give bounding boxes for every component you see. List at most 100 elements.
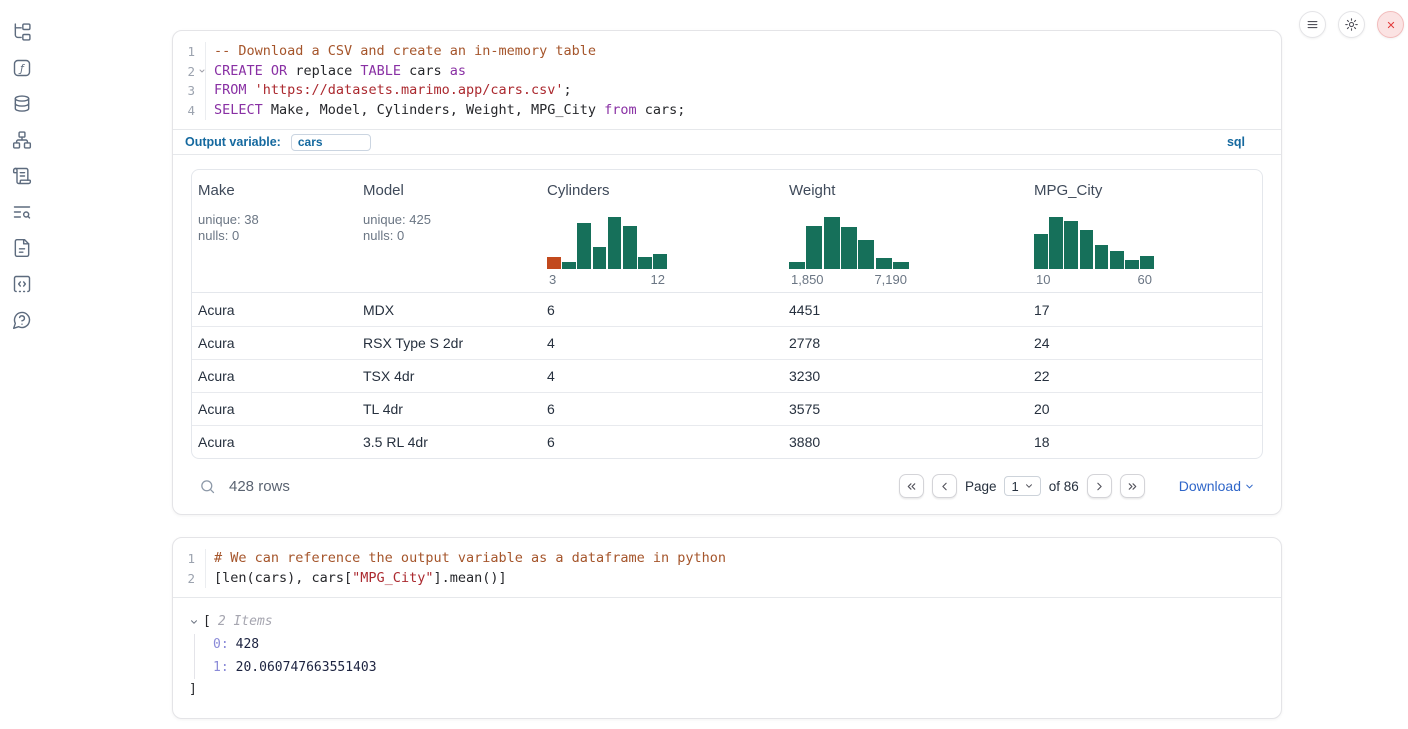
hist-bar [608,217,622,269]
python-cell: 1# We can reference the output variable … [172,537,1282,719]
table-cell: 6 [541,302,783,318]
last-page-button[interactable] [1120,474,1145,498]
document-icon [12,238,32,258]
table-cell: Acura [192,302,357,318]
sidebar-item-scratchpad[interactable] [12,166,32,186]
help-bubble-icon [12,310,32,330]
table-row: AcuraTL 4dr6357520 [192,392,1262,425]
open-bracket: [ [203,612,211,632]
sidebar-item-help[interactable] [12,310,32,330]
hist-bar [562,262,576,269]
svg-text:ƒ: ƒ [18,63,25,75]
column-header[interactable]: Cylinders312 [541,170,783,292]
sidebar: ƒ [0,0,44,330]
download-button[interactable]: Download [1179,478,1255,494]
first-page-button[interactable] [899,474,924,498]
code-line: 3FROM 'https://datasets.marimo.app/cars.… [173,81,1281,101]
fold-chevron-icon[interactable] [198,67,206,75]
line-number: 1 [173,549,206,569]
column-name: Model [363,182,533,199]
hist-min-label: 1,850 [791,272,824,287]
table-cell: 3.5 RL 4dr [357,434,541,450]
close-bracket: ] [189,680,1281,700]
sidebar-item-datasources[interactable] [12,94,32,114]
data-table: Makeunique: 38nulls: 0Modelunique: 425nu… [191,169,1263,459]
menu-button[interactable] [1299,11,1326,38]
function-icon: ƒ [12,58,32,78]
table-cell: 18 [1028,434,1262,450]
next-page-button[interactable] [1087,474,1112,498]
table-cell: Acura [192,368,357,384]
hist-bar [858,240,874,269]
sidebar-item-dependency-graph[interactable] [12,130,32,150]
table-cell: 6 [541,434,783,450]
sidebar-item-logs[interactable] [12,202,32,222]
table-cell: 4451 [783,302,1028,318]
table-cell: 4 [541,368,783,384]
column-header[interactable]: Weight1,8507,190 [783,170,1028,292]
histogram [1034,217,1154,269]
table-cell: 4 [541,335,783,351]
code-line: 2CREATE OR replace TABLE cars as [173,62,1281,82]
table-cell: 22 [1028,368,1262,384]
column-name: Make [198,182,349,199]
items-count-label: 2 Items [218,612,273,632]
topbar-actions [1299,11,1404,38]
hist-bar [876,258,892,269]
sidebar-item-file-explorer[interactable] [12,22,32,42]
sidebar-item-snippets[interactable] [12,274,32,294]
hist-bar [789,262,805,269]
search-button[interactable] [199,478,216,495]
chevrons-left-icon [905,480,918,493]
list-item: 1:20.060747663551403 [213,657,1281,680]
chevron-right-icon [1093,480,1106,493]
hist-min-label: 3 [549,272,556,287]
settings-button[interactable] [1338,11,1365,38]
hist-max-label: 60 [1138,272,1152,287]
line-number: 2 [173,62,206,82]
table-row: AcuraTSX 4dr4323022 [192,359,1262,392]
column-header[interactable]: Makeunique: 38nulls: 0 [192,170,357,292]
hist-bar [806,226,822,269]
hist-bar [547,257,561,269]
list-item-key: 0: [213,637,229,652]
hist-bar [1049,217,1063,269]
code-line: 4SELECT Make, Model, Cylinders, Weight, … [173,101,1281,121]
page-select[interactable]: 1 [1004,476,1040,496]
table-cell: 17 [1028,302,1262,318]
line-number: 3 [173,81,206,101]
hamburger-icon [1305,17,1320,32]
sidebar-item-variables[interactable]: ƒ [12,58,32,78]
language-badge[interactable]: sql [1227,135,1245,149]
code-line: 2[len(cars), cars["MPG_City"].mean()] [173,569,1281,589]
hist-bar [1034,234,1048,269]
hist-max-label: 12 [651,272,665,287]
hist-bar [1095,245,1109,269]
column-header[interactable]: Modelunique: 425nulls: 0 [357,170,541,292]
hist-bar [638,257,652,269]
table-cell: Acura [192,434,357,450]
shutdown-button[interactable] [1377,11,1404,38]
sidebar-item-documentation[interactable] [12,238,32,258]
hist-bar [577,223,591,269]
hist-bar [623,226,637,269]
table-body: AcuraMDX6445117AcuraRSX Type S 2dr427782… [192,293,1262,458]
sql-code-editor[interactable]: 1-- Download a CSV and create an in-memo… [173,31,1281,129]
code-text: # We can reference the output variable a… [206,549,726,569]
code-line: 1-- Download a CSV and create an in-memo… [173,42,1281,62]
hist-bar [841,227,857,269]
histogram [789,217,909,269]
python-code-editor[interactable]: 1# We can reference the output variable … [173,538,1281,597]
output-variable-input[interactable] [291,134,371,151]
collapse-chevron-icon[interactable] [189,617,199,627]
previous-page-button[interactable] [932,474,957,498]
table-row: AcuraRSX Type S 2dr4277824 [192,326,1262,359]
hist-min-label: 10 [1036,272,1050,287]
search-icon [199,478,216,495]
table-header-row: Makeunique: 38nulls: 0Modelunique: 425nu… [192,170,1262,293]
code-text: FROM 'https://datasets.marimo.app/cars.c… [206,81,572,101]
hist-bar [593,247,607,269]
hist-bar [1140,256,1154,269]
list-item-key: 1: [213,660,229,675]
column-header[interactable]: MPG_City1060 [1028,170,1262,292]
